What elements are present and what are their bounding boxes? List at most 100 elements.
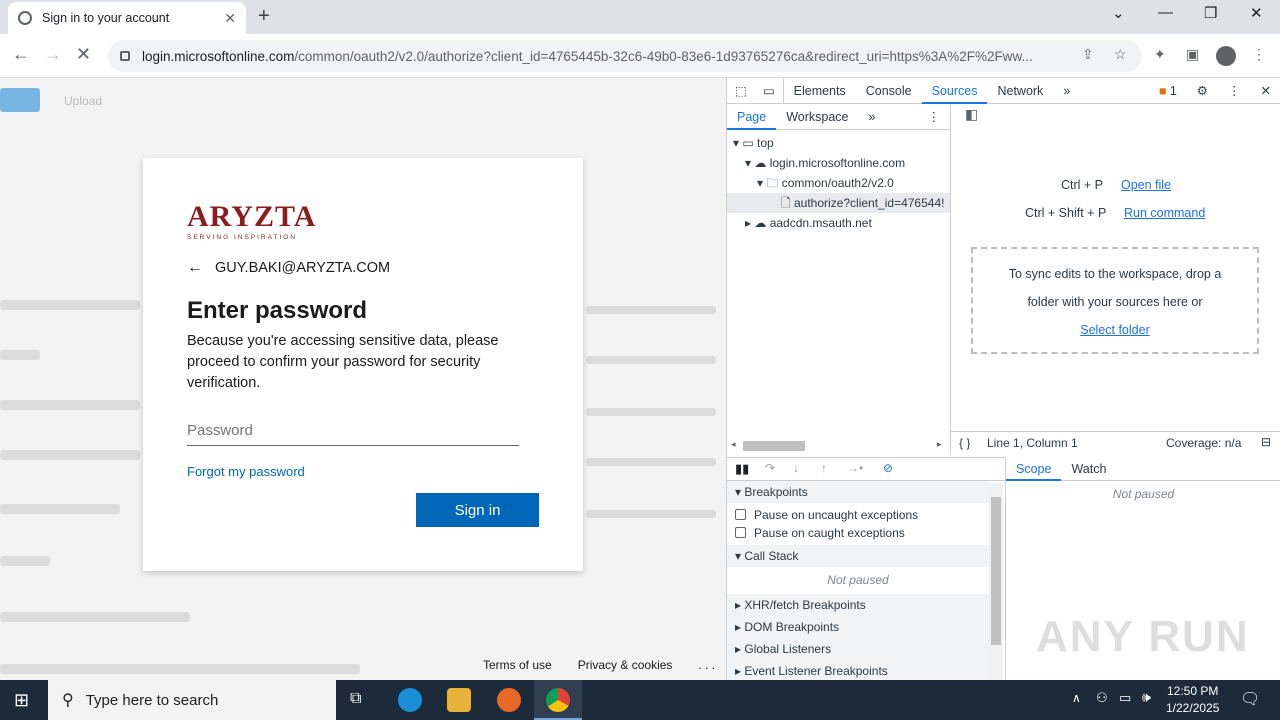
url-text: login.microsoftonline.com/common/oauth2/… bbox=[142, 48, 1033, 64]
address-bar[interactable]: login.microsoftonline.com/common/oauth2/… bbox=[108, 40, 1142, 72]
anyrun-watermark: ANY RUN bbox=[1036, 612, 1250, 661]
cursor-position: Line 1, Column 1 bbox=[987, 436, 1078, 450]
profile-avatar[interactable] bbox=[1216, 46, 1236, 66]
system-tray-icon[interactable]: ⚇ bbox=[1096, 690, 1108, 706]
footer-links: Terms of use Privacy & cookies . . . bbox=[483, 658, 715, 672]
terms-link[interactable]: Terms of use bbox=[483, 658, 552, 672]
browser-tab[interactable]: Sign in to your account ✕ bbox=[8, 2, 246, 34]
windows-start-icon[interactable]: ⊞ bbox=[14, 690, 29, 711]
tab-sources[interactable]: Sources bbox=[921, 78, 988, 104]
devtools-menu-icon[interactable]: ⋮ bbox=[1218, 78, 1251, 104]
tab-search-icon[interactable]: ⌄ bbox=[1112, 4, 1125, 22]
tab-workspace[interactable]: Workspace bbox=[776, 104, 858, 130]
more-tabs-icon[interactable]: » bbox=[1053, 78, 1080, 104]
firefox-icon[interactable] bbox=[497, 688, 521, 712]
tab-page[interactable]: Page bbox=[727, 104, 777, 130]
tree-item-file[interactable]: 🗋 authorize?client_id=476544! bbox=[727, 193, 950, 213]
more-options-link[interactable]: . . . bbox=[698, 658, 715, 672]
tree-item-host[interactable]: ▾ ☁ login.microsoftonline.com bbox=[745, 153, 905, 173]
tab-console[interactable]: Console bbox=[856, 78, 922, 104]
shortcut-keys: Ctrl + Shift + P bbox=[1025, 206, 1107, 220]
tab-watch[interactable]: Watch bbox=[1061, 457, 1116, 481]
tree-item-cdn[interactable]: ▸ ☁ aadcdn.msauth.net bbox=[745, 213, 872, 233]
volume-icon[interactable]: 🕪 bbox=[1142, 689, 1151, 706]
checkbox[interactable] bbox=[735, 509, 746, 520]
blurred-row bbox=[0, 450, 140, 460]
tab-elements[interactable]: Elements bbox=[784, 78, 856, 104]
deactivate-breakpoints-icon[interactable]: ⊘ bbox=[883, 461, 893, 475]
share-icon[interactable]: ⇪ bbox=[1082, 46, 1094, 63]
step-into-icon[interactable]: ↓ bbox=[793, 461, 799, 475]
new-tab-button[interactable]: + bbox=[258, 5, 270, 28]
breakpoints-header[interactable]: ▾ Breakpoints bbox=[727, 481, 989, 503]
devtools-panel: ⬚ ▭ Elements Console Sources Network » ■… bbox=[726, 77, 1280, 680]
stop-icon[interactable]: ✕ bbox=[76, 44, 91, 65]
close-window-button[interactable]: ✕ bbox=[1250, 4, 1263, 22]
run-command-link[interactable]: Run command bbox=[1124, 206, 1205, 220]
blurred-row bbox=[586, 510, 716, 518]
scrollbar-thumb[interactable] bbox=[991, 497, 1001, 645]
sidebar-scrollbar[interactable] bbox=[989, 483, 1003, 680]
settings-gear-icon[interactable]: ⚙ bbox=[1187, 78, 1218, 104]
sign-in-button[interactable]: Sign in bbox=[416, 493, 539, 527]
call-stack-header[interactable]: ▾ Call Stack bbox=[727, 545, 989, 567]
tree-item-folder[interactable]: ▾ 🗀 common/oauth2/v2.0 bbox=[757, 173, 894, 193]
taskbar-clock[interactable]: 12:50 PM 1/22/2025 bbox=[1166, 683, 1219, 717]
browser-toolbar: ← → ✕ login.microsoftonline.com/common/o… bbox=[0, 34, 1280, 78]
bookmark-star-icon[interactable]: ☆ bbox=[1114, 46, 1127, 63]
inspect-element-icon[interactable]: ⬚ bbox=[727, 78, 755, 104]
restore-button[interactable]: ❐ bbox=[1204, 4, 1217, 22]
side-panel-icon[interactable]: ▣ bbox=[1186, 46, 1199, 63]
step-icon[interactable]: →• bbox=[847, 461, 863, 475]
checkbox[interactable] bbox=[735, 527, 746, 538]
select-folder-link[interactable]: Select folder bbox=[973, 316, 1257, 344]
file-explorer-icon[interactable] bbox=[447, 688, 471, 712]
close-tab-icon[interactable]: ✕ bbox=[224, 10, 236, 27]
xhr-breakpoints-header[interactable]: ▸ XHR/fetch Breakpoints bbox=[727, 594, 989, 616]
close-devtools-icon[interactable]: ✕ bbox=[1251, 78, 1280, 104]
clock-date: 1/22/2025 bbox=[1166, 701, 1220, 715]
issues-badge[interactable]: ■ 1 bbox=[1149, 78, 1187, 104]
more-nav-tabs-icon[interactable]: » bbox=[859, 104, 886, 130]
chrome-taskbar-button[interactable] bbox=[534, 680, 582, 720]
forward-icon[interactable]: → bbox=[44, 44, 62, 65]
toggle-sidebar-icon[interactable]: ◧ bbox=[965, 106, 978, 123]
blurred-row bbox=[586, 458, 716, 466]
notifications-icon[interactable]: 🗨 bbox=[1240, 689, 1260, 709]
pause-icon[interactable]: ▮▮ bbox=[735, 461, 749, 477]
menu-icon[interactable]: ⋮ bbox=[1252, 46, 1266, 63]
global-listeners-header[interactable]: ▸ Global Listeners bbox=[727, 638, 989, 660]
step-over-icon[interactable]: ↷ bbox=[765, 461, 775, 475]
show-hidden-icons[interactable]: ∧ bbox=[1072, 691, 1081, 705]
password-input[interactable] bbox=[187, 416, 519, 446]
pause-caught-option[interactable]: Pause on caught exceptions bbox=[727, 522, 989, 544]
navigator-menu-icon[interactable]: ⋮ bbox=[918, 104, 951, 130]
navigator-scrollbar[interactable]: ◂ ▸ bbox=[727, 438, 951, 454]
minimize-button[interactable]: — bbox=[1158, 4, 1173, 21]
privacy-link[interactable]: Privacy & cookies bbox=[578, 658, 673, 672]
tree-item-top[interactable]: ▾ ▭ top bbox=[733, 133, 774, 153]
blurred-row bbox=[0, 350, 40, 360]
event-listener-breakpoints-header[interactable]: ▸ Event Listener Breakpoints bbox=[727, 660, 989, 680]
step-out-icon[interactable]: ↑ bbox=[821, 461, 827, 475]
tab-scope[interactable]: Scope bbox=[1006, 457, 1062, 481]
taskbar-search[interactable]: ⚲ Type here to search bbox=[48, 680, 336, 720]
device-toolbar-icon[interactable]: ▭ bbox=[755, 77, 784, 104]
dom-breakpoints-header[interactable]: ▸ DOM Breakpoints bbox=[727, 616, 989, 638]
scroll-right-icon[interactable]: ▸ bbox=[937, 439, 942, 450]
edge-icon[interactable] bbox=[398, 688, 422, 712]
back-icon[interactable]: ← bbox=[12, 44, 30, 65]
workspace-drop-zone[interactable]: To sync edits to the workspace, drop a f… bbox=[971, 247, 1259, 354]
extensions-icon[interactable]: ✦ bbox=[1154, 46, 1166, 63]
tab-network[interactable]: Network bbox=[987, 78, 1053, 104]
scrollbar-thumb[interactable] bbox=[743, 441, 805, 451]
back-arrow-icon[interactable]: ← bbox=[187, 259, 203, 277]
forgot-password-link[interactable]: Forgot my password bbox=[187, 464, 539, 479]
scroll-left-icon[interactable]: ◂ bbox=[731, 439, 736, 450]
pretty-print-icon[interactable]: { } bbox=[959, 436, 970, 450]
open-file-link[interactable]: Open file bbox=[1121, 178, 1171, 192]
task-view-icon[interactable]: ⧉ bbox=[350, 690, 361, 708]
blurred-row bbox=[0, 664, 360, 674]
drawer-toggle-icon[interactable]: ⊟ bbox=[1261, 435, 1271, 449]
network-icon[interactable]: ▭ bbox=[1119, 690, 1131, 706]
